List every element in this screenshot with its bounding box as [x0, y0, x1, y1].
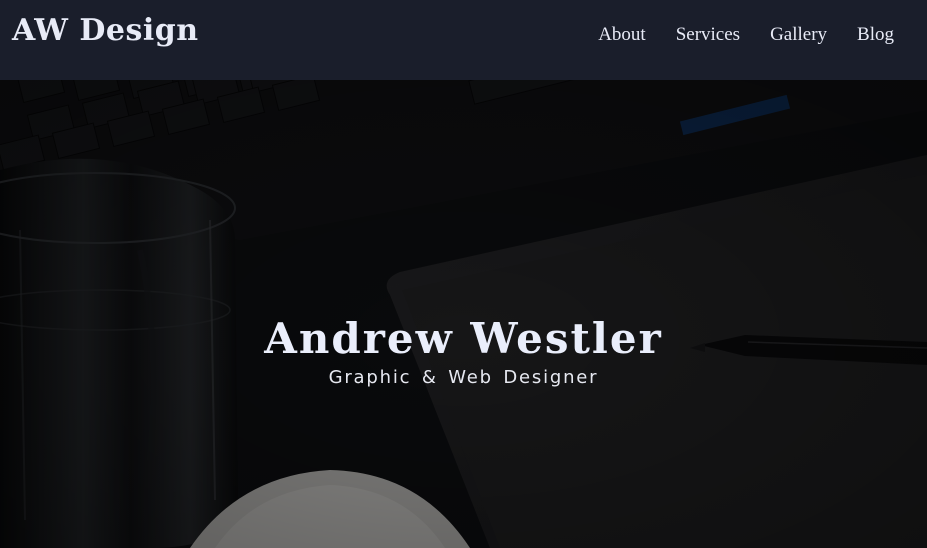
hero-title: Andrew Westler: [264, 314, 663, 363]
brand-logo[interactable]: AW Design: [12, 13, 199, 49]
nav-link-about[interactable]: About: [598, 24, 646, 46]
hero-subtitle: Graphic & Web Designer: [328, 367, 599, 388]
nav-link-services[interactable]: Services: [676, 24, 740, 46]
hero-text-block: Andrew Westler Graphic & Web Designer: [0, 314, 927, 390]
hero-section: Andrew Westler Graphic & Web Designer: [0, 80, 927, 548]
landing-page: AW Design About Services Gallery Blog An…: [0, 0, 927, 548]
top-navbar: AW Design About Services Gallery Blog: [0, 0, 927, 80]
nav-link-gallery[interactable]: Gallery: [770, 24, 827, 46]
main-nav: About Services Gallery Blog: [598, 24, 894, 46]
nav-link-blog[interactable]: Blog: [857, 24, 894, 46]
